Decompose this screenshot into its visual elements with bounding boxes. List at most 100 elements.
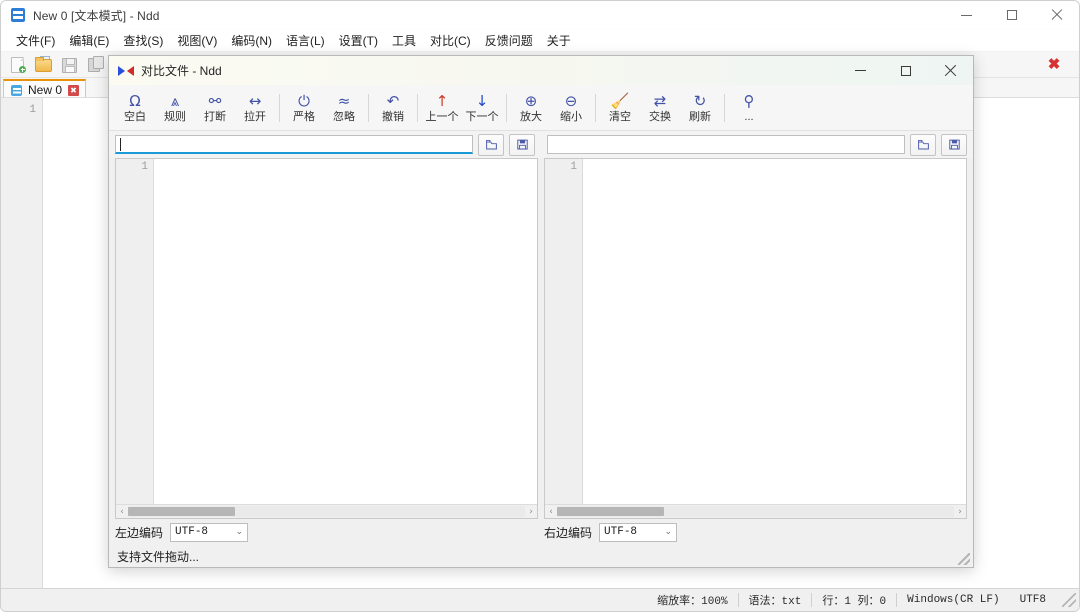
left-diff-pane: 1 ‹ ›	[115, 158, 538, 519]
zoom-out-icon: ⊖	[565, 92, 578, 110]
toolbar-zoom-in-button[interactable]: ⊕ 放大	[511, 87, 551, 129]
toolbar-zoom-out-button[interactable]: ⊖ 缩小	[551, 87, 591, 129]
scroll-left-icon[interactable]: ‹	[116, 505, 128, 518]
save-all-icon[interactable]	[84, 54, 106, 75]
toolbar-previous-diff-button[interactable]: ↑ 上一个	[422, 87, 462, 129]
toolbar-label: 放大	[520, 111, 542, 124]
open-folder-icon	[485, 138, 498, 151]
toolbar-label: 撤销	[382, 111, 404, 124]
left-file-path-input[interactable]	[115, 135, 473, 154]
open-file-icon[interactable]	[32, 54, 54, 75]
toolbar-refresh-button[interactable]: ↻ 刷新	[680, 87, 720, 129]
main-window-titlebar: New 0 [文本模式] - Ndd	[1, 1, 1079, 30]
dialog-close-button[interactable]	[928, 56, 973, 85]
chevron-down-icon: ⌄	[664, 527, 672, 537]
left-pane-hscrollbar[interactable]: ‹ ›	[116, 504, 537, 518]
right-save-file-button[interactable]	[941, 134, 967, 156]
menu-compare[interactable]: 对比(C)	[423, 30, 478, 51]
toolbar-label: 缩小	[560, 111, 582, 124]
right-file-path-input[interactable]	[547, 135, 905, 154]
right-encoding-group: 右边编码 UTF-8 ⌄	[544, 523, 967, 542]
status-encoding[interactable]: UTF8	[1010, 594, 1056, 606]
right-pane-text-area[interactable]	[583, 159, 966, 504]
menu-about[interactable]: 关于	[540, 30, 578, 51]
dialog-minimize-button[interactable]	[838, 56, 883, 85]
toolbar-separator	[368, 94, 369, 122]
left-scroll-thumb[interactable]	[128, 507, 235, 516]
toolbar-expand-button[interactable]: ↔ 拉开	[235, 87, 275, 129]
status-syntax[interactable]: 语法：txt	[739, 592, 812, 608]
minimize-button[interactable]	[944, 1, 989, 29]
toolbar-undo-button[interactable]: ↶ 撤销	[373, 87, 413, 129]
menu-settings[interactable]: 设置(T)	[332, 30, 385, 51]
next-diff-icon: ↓	[476, 92, 489, 110]
resize-grip-icon[interactable]	[1062, 593, 1076, 607]
toolbar-separator	[724, 94, 725, 122]
toolbar-label: 上一个	[426, 111, 459, 124]
toolbar-rules-button[interactable]: ⩓ 规则	[155, 87, 195, 129]
toolbar-strict-button[interactable]: ⏻ 严格	[284, 87, 324, 129]
dialog-toolbar: Ω 空白 ⩓ 规则 ⚯ 打断 ↔ 拉开 ⏻ 严格 ≈ 忽略 ↶ 撤销	[109, 85, 973, 131]
tab-close-icon[interactable]: ✖	[68, 85, 79, 96]
previous-diff-icon: ↑	[436, 92, 449, 110]
save-file-icon[interactable]	[58, 54, 80, 75]
document-tab-new-0[interactable]: New 0 ✖	[3, 79, 86, 99]
left-save-file-button[interactable]	[509, 134, 535, 156]
encoding-row: 左边编码 UTF-8 ⌄ 右边编码 UTF-8 ⌄	[109, 519, 973, 545]
diff-arrows-icon	[118, 65, 134, 77]
toolbar-next-diff-button[interactable]: ↓ 下一个	[462, 87, 502, 129]
menu-tools[interactable]: 工具	[385, 30, 423, 51]
right-scroll-thumb[interactable]	[557, 507, 664, 516]
close-document-button[interactable]: ✖	[1043, 53, 1065, 75]
toolbar-break-button[interactable]: ⚯ 打断	[195, 87, 235, 129]
dialog-title: 对比文件 - Ndd	[141, 62, 222, 79]
scroll-left-icon[interactable]: ‹	[545, 505, 557, 518]
left-encoding-select[interactable]: UTF-8 ⌄	[170, 523, 248, 542]
right-scroll-track[interactable]	[557, 506, 954, 517]
toolbar-label: 忽略	[333, 111, 355, 124]
toolbar-label: 空白	[124, 111, 146, 124]
toolbar-separator	[417, 94, 418, 122]
menu-view[interactable]: 视图(V)	[170, 30, 224, 51]
text-file-icon	[11, 85, 22, 96]
right-encoding-select[interactable]: UTF-8 ⌄	[599, 523, 677, 542]
left-encoding-group: 左边编码 UTF-8 ⌄	[115, 523, 538, 542]
toolbar-label: 打断	[204, 111, 226, 124]
toolbar-swap-button[interactable]: ⇄ 交换	[640, 87, 680, 129]
status-zoom[interactable]: 缩放率：100%	[647, 592, 737, 608]
toolbar-whitespace-button[interactable]: Ω 空白	[115, 87, 155, 129]
main-statusbar: 缩放率：100% 语法：txt 行：1 列：0 Windows(CR LF) U…	[1, 588, 1079, 611]
rules-icon: ⩓	[171, 92, 179, 110]
menu-language[interactable]: 语言(L)	[279, 30, 332, 51]
left-pane-text-area[interactable]	[154, 159, 537, 504]
right-open-file-button[interactable]	[910, 134, 936, 156]
close-button[interactable]	[1034, 1, 1079, 29]
close-icon	[944, 64, 957, 77]
main-window-title: New 0 [文本模式] - Ndd	[33, 7, 160, 24]
toolbar-clear-button[interactable]: 🧹 清空	[600, 87, 640, 129]
toolbar-more-options-button[interactable]: ⚲ ...	[729, 87, 769, 129]
scroll-right-icon[interactable]: ›	[525, 505, 537, 518]
menu-edit[interactable]: 编辑(E)	[62, 30, 116, 51]
menu-file[interactable]: 文件(F)	[9, 30, 62, 51]
status-line-ending[interactable]: Windows(CR LF)	[897, 594, 1009, 606]
maximize-button[interactable]	[989, 1, 1034, 29]
close-icon	[1051, 9, 1063, 21]
toolbar-ignore-button[interactable]: ≈ 忽略	[324, 87, 364, 129]
left-scroll-track[interactable]	[128, 506, 525, 517]
toolbar-label: 拉开	[244, 111, 266, 124]
menu-search[interactable]: 查找(S)	[116, 30, 170, 51]
scroll-right-icon[interactable]: ›	[954, 505, 966, 518]
dialog-maximize-button[interactable]	[883, 56, 928, 85]
right-pane-hscrollbar[interactable]: ‹ ›	[545, 504, 966, 518]
dialog-status-text: 支持文件拖动...	[117, 548, 199, 565]
new-file-icon[interactable]	[6, 54, 28, 75]
dialog-statusbar: 支持文件拖动...	[109, 545, 973, 567]
menu-feedback[interactable]: 反馈问题	[478, 30, 540, 51]
left-open-file-button[interactable]	[478, 134, 504, 156]
dialog-resize-grip-icon[interactable]	[958, 553, 970, 565]
left-pane-body: 1	[116, 159, 537, 504]
toolbar-label: 清空	[609, 111, 631, 124]
menu-encoding[interactable]: 编码(N)	[224, 30, 279, 51]
toolbar-label: 下一个	[466, 111, 499, 124]
